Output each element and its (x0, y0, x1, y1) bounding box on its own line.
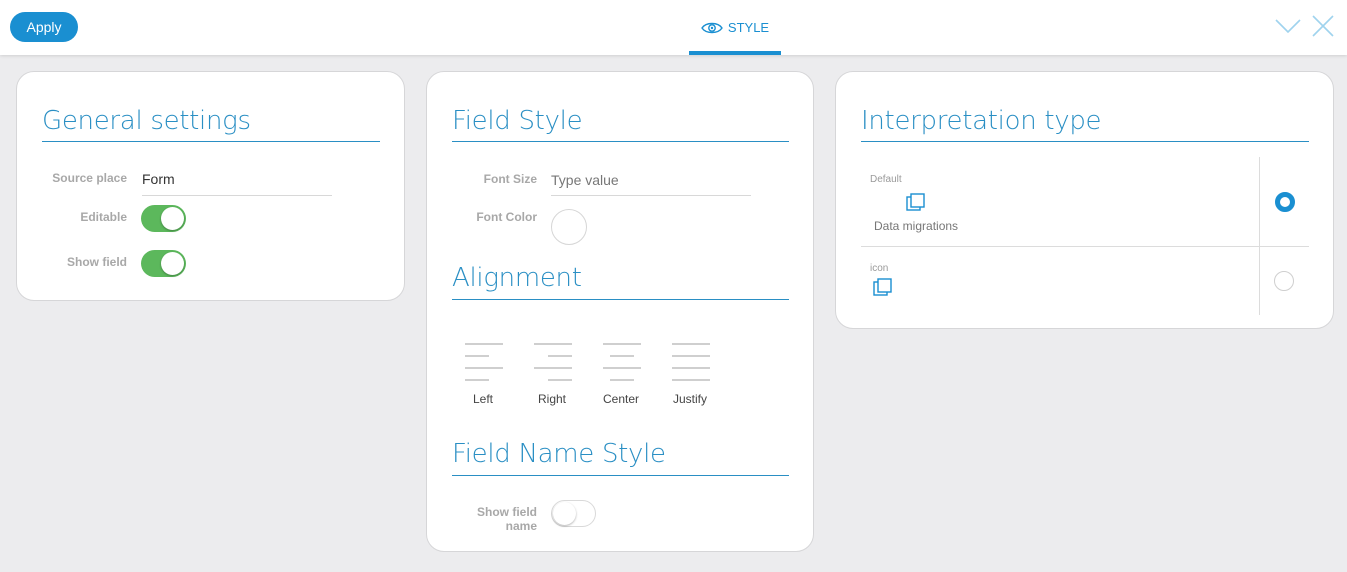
align-left-option[interactable]: Left (460, 340, 506, 406)
field-style-panel: Field Style Font Size Type value Font Co… (426, 71, 814, 552)
section-divider (452, 141, 789, 142)
align-right-option[interactable]: Right (529, 340, 575, 406)
tab-active-indicator (689, 51, 781, 55)
align-center-label: Center (602, 392, 640, 406)
section-divider (452, 299, 789, 300)
font-size-label: Font Size (483, 172, 537, 186)
row-divider (861, 246, 1309, 247)
align-center-icon (601, 340, 641, 382)
font-color-picker[interactable] (551, 209, 587, 245)
option-small-label: icon (870, 263, 889, 274)
apply-button[interactable]: Apply (10, 12, 78, 42)
section-divider (42, 141, 380, 142)
chevron-down-icon[interactable] (1275, 16, 1301, 36)
show-field-name-toggle[interactable] (551, 500, 596, 527)
copy-icon (873, 278, 892, 296)
toggle-knob (553, 502, 576, 525)
section-divider (452, 475, 789, 476)
align-justify-icon (670, 340, 710, 382)
align-justify-label: Justify (672, 392, 707, 406)
align-center-option[interactable]: Center (598, 340, 644, 406)
general-settings-panel: General settings Source place Form Edita… (16, 71, 405, 301)
input-underline (551, 195, 751, 196)
align-justify-option[interactable]: Justify (667, 340, 713, 406)
option-small-label: Default (870, 174, 902, 185)
top-bar: Apply STYLE (0, 0, 1347, 55)
section-title: Alignment (452, 263, 582, 293)
toggle-knob (161, 207, 184, 230)
toggle-knob (161, 252, 184, 275)
tab-style-label: STYLE (727, 20, 770, 35)
interpretation-radio-default[interactable] (1275, 192, 1295, 212)
show-field-toggle[interactable] (141, 250, 186, 277)
font-color-label: Font Color (476, 210, 537, 224)
align-right-label: Right (537, 392, 566, 406)
source-place-label: Source place (52, 171, 127, 185)
close-icon[interactable] (1311, 14, 1335, 38)
align-left-label: Left (472, 392, 493, 406)
copy-icon (906, 193, 925, 211)
editable-label: Editable (80, 210, 127, 224)
option-description: Data migrations (874, 219, 959, 233)
source-place-input[interactable]: Form (142, 171, 175, 187)
interpretation-panel: Interpretation type Default Data migrati… (835, 71, 1334, 329)
show-field-label: Show field (67, 255, 127, 269)
show-field-name-label: Show field name (477, 505, 537, 533)
section-title: Field Style (452, 106, 583, 136)
section-title: Interpretation type (861, 106, 1102, 136)
column-divider (1259, 157, 1260, 315)
section-title: Field Name Style (452, 439, 666, 469)
input-underline (142, 195, 332, 196)
section-title: General settings (42, 106, 251, 136)
interpretation-radio-icon[interactable] (1274, 271, 1294, 291)
editable-toggle[interactable] (141, 205, 186, 232)
section-divider (861, 141, 1309, 142)
align-right-icon (532, 340, 572, 382)
eye-icon (701, 22, 723, 33)
tab-style[interactable]: STYLE (689, 0, 781, 55)
align-left-icon (463, 340, 503, 382)
font-size-input[interactable]: Type value (551, 172, 619, 188)
